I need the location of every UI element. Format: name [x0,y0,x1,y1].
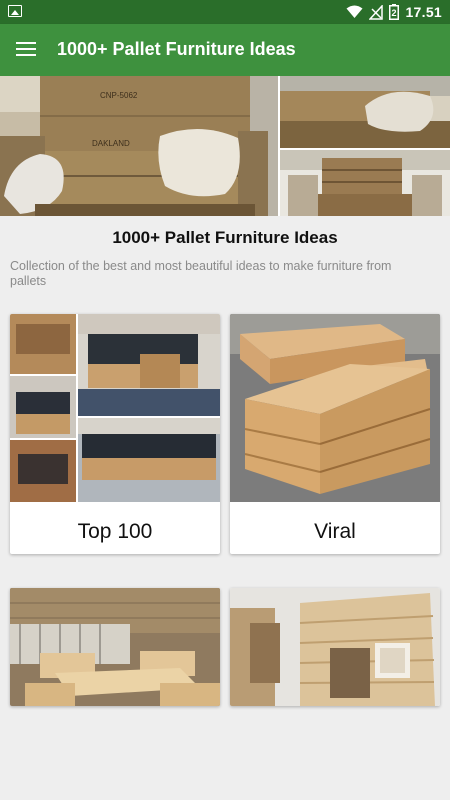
category-label: Top 100 [77,520,153,543]
hero-image-pallet-chair [280,150,450,216]
card-image-patio-set [10,588,220,706]
app-bar-title: 1000+ Pallet Furniture Ideas [57,39,296,59]
card-image-sectional-collage [10,314,220,502]
image-notification-icon [8,5,22,17]
category-card-3[interactable] [10,588,220,706]
category-card-viral[interactable]: Viral [230,314,440,554]
status-icons: 2 17.51 [346,3,442,21]
category-card-top-100[interactable]: Top 100 [10,314,220,554]
hero-print-brand: DAKLAND [92,139,130,148]
status-bar: 2 17.51 [0,0,450,24]
status-time: 17.51 [405,4,442,20]
category-card-4[interactable] [230,588,440,706]
battery-icon: 2 [389,4,400,20]
card-image-pallet-doghouse [230,588,440,706]
page-title: 1000+ Pallet Furniture Ideas [112,228,338,247]
no-signal-icon [369,4,384,20]
hamburger-menu-icon[interactable] [16,41,36,57]
hero-image-burlap-sofa: CNP-5062 DAKLAND [0,76,278,216]
app-bar: 1000+ Pallet Furniture Ideas [0,24,450,76]
hero-image-outdoor-sofa [280,76,450,148]
hero-banner: CNP-5062 DAKLAND [0,76,450,216]
card-image-l-shaped-bench [230,314,440,502]
battery-level-text: 2 [392,8,397,18]
hero-print-code: CNP-5062 [100,91,138,100]
wifi-icon [346,5,363,18]
page-description: Collection of the best and most beautifu… [10,259,392,288]
category-label: Viral [314,520,356,543]
